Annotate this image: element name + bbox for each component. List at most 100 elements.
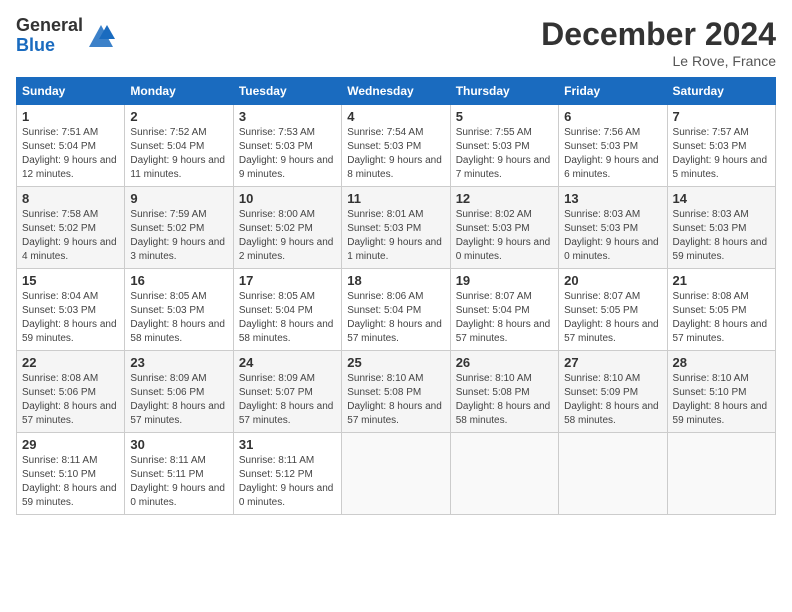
table-row: 3 Sunrise: 7:53 AM Sunset: 5:03 PM Dayli… bbox=[233, 105, 341, 187]
header-sunday: Sunday bbox=[17, 78, 125, 105]
table-row: 30 Sunrise: 8:11 AM Sunset: 5:11 PM Dayl… bbox=[125, 433, 233, 515]
day-info: Sunrise: 8:11 AM Sunset: 5:11 PM Dayligh… bbox=[130, 454, 227, 510]
table-row: 29 Sunrise: 8:11 AM Sunset: 5:10 PM Dayl… bbox=[17, 433, 125, 515]
day-number: 16 bbox=[130, 273, 227, 288]
table-row: 21 Sunrise: 8:08 AM Sunset: 5:05 PM Dayl… bbox=[667, 269, 775, 351]
table-row: 31 Sunrise: 8:11 AM Sunset: 5:12 PM Dayl… bbox=[233, 433, 341, 515]
table-row: 9 Sunrise: 7:59 AM Sunset: 5:02 PM Dayli… bbox=[125, 187, 233, 269]
logo-text: General Blue bbox=[16, 16, 83, 56]
day-number: 22 bbox=[22, 355, 119, 370]
day-number: 14 bbox=[673, 191, 770, 206]
table-row bbox=[450, 433, 558, 515]
day-info: Sunrise: 8:04 AM Sunset: 5:03 PM Dayligh… bbox=[22, 290, 119, 346]
day-info: Sunrise: 8:06 AM Sunset: 5:04 PM Dayligh… bbox=[347, 290, 444, 346]
day-info: Sunrise: 8:05 AM Sunset: 5:03 PM Dayligh… bbox=[130, 290, 227, 346]
day-number: 2 bbox=[130, 109, 227, 124]
table-row: 27 Sunrise: 8:10 AM Sunset: 5:09 PM Dayl… bbox=[559, 351, 667, 433]
table-row: 19 Sunrise: 8:07 AM Sunset: 5:04 PM Dayl… bbox=[450, 269, 558, 351]
day-number: 5 bbox=[456, 109, 553, 124]
header-friday: Friday bbox=[559, 78, 667, 105]
day-info: Sunrise: 8:07 AM Sunset: 5:05 PM Dayligh… bbox=[564, 290, 661, 346]
day-number: 8 bbox=[22, 191, 119, 206]
day-info: Sunrise: 7:57 AM Sunset: 5:03 PM Dayligh… bbox=[673, 126, 770, 182]
table-row: 23 Sunrise: 8:09 AM Sunset: 5:06 PM Dayl… bbox=[125, 351, 233, 433]
day-info: Sunrise: 8:08 AM Sunset: 5:06 PM Dayligh… bbox=[22, 372, 119, 428]
day-info: Sunrise: 7:58 AM Sunset: 5:02 PM Dayligh… bbox=[22, 208, 119, 264]
day-number: 1 bbox=[22, 109, 119, 124]
day-info: Sunrise: 7:52 AM Sunset: 5:04 PM Dayligh… bbox=[130, 126, 227, 182]
table-row bbox=[667, 433, 775, 515]
day-info: Sunrise: 8:09 AM Sunset: 5:06 PM Dayligh… bbox=[130, 372, 227, 428]
header-tuesday: Tuesday bbox=[233, 78, 341, 105]
day-info: Sunrise: 8:10 AM Sunset: 5:08 PM Dayligh… bbox=[347, 372, 444, 428]
table-row: 11 Sunrise: 8:01 AM Sunset: 5:03 PM Dayl… bbox=[342, 187, 450, 269]
day-number: 10 bbox=[239, 191, 336, 206]
day-info: Sunrise: 7:51 AM Sunset: 5:04 PM Dayligh… bbox=[22, 126, 119, 182]
day-info: Sunrise: 8:01 AM Sunset: 5:03 PM Dayligh… bbox=[347, 208, 444, 264]
day-info: Sunrise: 8:05 AM Sunset: 5:04 PM Dayligh… bbox=[239, 290, 336, 346]
table-row: 24 Sunrise: 8:09 AM Sunset: 5:07 PM Dayl… bbox=[233, 351, 341, 433]
day-number: 19 bbox=[456, 273, 553, 288]
table-row: 2 Sunrise: 7:52 AM Sunset: 5:04 PM Dayli… bbox=[125, 105, 233, 187]
table-row bbox=[559, 433, 667, 515]
day-info: Sunrise: 8:03 AM Sunset: 5:03 PM Dayligh… bbox=[564, 208, 661, 264]
logo: General Blue bbox=[16, 16, 115, 56]
table-row: 26 Sunrise: 8:10 AM Sunset: 5:08 PM Dayl… bbox=[450, 351, 558, 433]
day-number: 30 bbox=[130, 437, 227, 452]
day-number: 15 bbox=[22, 273, 119, 288]
day-number: 27 bbox=[564, 355, 661, 370]
table-row: 20 Sunrise: 8:07 AM Sunset: 5:05 PM Dayl… bbox=[559, 269, 667, 351]
day-info: Sunrise: 8:11 AM Sunset: 5:12 PM Dayligh… bbox=[239, 454, 336, 510]
table-row: 28 Sunrise: 8:10 AM Sunset: 5:10 PM Dayl… bbox=[667, 351, 775, 433]
logo-general: General bbox=[16, 16, 83, 36]
table-row: 12 Sunrise: 8:02 AM Sunset: 5:03 PM Dayl… bbox=[450, 187, 558, 269]
day-number: 13 bbox=[564, 191, 661, 206]
table-row: 14 Sunrise: 8:03 AM Sunset: 5:03 PM Dayl… bbox=[667, 187, 775, 269]
table-row bbox=[342, 433, 450, 515]
location: Le Rove, France bbox=[541, 53, 776, 69]
day-info: Sunrise: 8:09 AM Sunset: 5:07 PM Dayligh… bbox=[239, 372, 336, 428]
title-block: December 2024 Le Rove, France bbox=[541, 16, 776, 69]
day-number: 20 bbox=[564, 273, 661, 288]
table-row: 10 Sunrise: 8:00 AM Sunset: 5:02 PM Dayl… bbox=[233, 187, 341, 269]
day-number: 31 bbox=[239, 437, 336, 452]
day-info: Sunrise: 8:00 AM Sunset: 5:02 PM Dayligh… bbox=[239, 208, 336, 264]
day-info: Sunrise: 8:10 AM Sunset: 5:10 PM Dayligh… bbox=[673, 372, 770, 428]
day-info: Sunrise: 8:10 AM Sunset: 5:08 PM Dayligh… bbox=[456, 372, 553, 428]
day-number: 6 bbox=[564, 109, 661, 124]
table-row: 25 Sunrise: 8:10 AM Sunset: 5:08 PM Dayl… bbox=[342, 351, 450, 433]
day-info: Sunrise: 8:02 AM Sunset: 5:03 PM Dayligh… bbox=[456, 208, 553, 264]
table-row: 5 Sunrise: 7:55 AM Sunset: 5:03 PM Dayli… bbox=[450, 105, 558, 187]
day-info: Sunrise: 7:55 AM Sunset: 5:03 PM Dayligh… bbox=[456, 126, 553, 182]
day-number: 9 bbox=[130, 191, 227, 206]
day-info: Sunrise: 8:08 AM Sunset: 5:05 PM Dayligh… bbox=[673, 290, 770, 346]
table-row: 1 Sunrise: 7:51 AM Sunset: 5:04 PM Dayli… bbox=[17, 105, 125, 187]
day-info: Sunrise: 7:56 AM Sunset: 5:03 PM Dayligh… bbox=[564, 126, 661, 182]
table-row: 18 Sunrise: 8:06 AM Sunset: 5:04 PM Dayl… bbox=[342, 269, 450, 351]
header-monday: Monday bbox=[125, 78, 233, 105]
table-row: 13 Sunrise: 8:03 AM Sunset: 5:03 PM Dayl… bbox=[559, 187, 667, 269]
page-header: General Blue December 2024 Le Rove, Fran… bbox=[16, 16, 776, 69]
table-row: 16 Sunrise: 8:05 AM Sunset: 5:03 PM Dayl… bbox=[125, 269, 233, 351]
table-row: 6 Sunrise: 7:56 AM Sunset: 5:03 PM Dayli… bbox=[559, 105, 667, 187]
logo-blue: Blue bbox=[16, 36, 83, 56]
day-number: 21 bbox=[673, 273, 770, 288]
header-row: Sunday Monday Tuesday Wednesday Thursday… bbox=[17, 78, 776, 105]
day-number: 17 bbox=[239, 273, 336, 288]
table-row: 17 Sunrise: 8:05 AM Sunset: 5:04 PM Dayl… bbox=[233, 269, 341, 351]
day-info: Sunrise: 8:03 AM Sunset: 5:03 PM Dayligh… bbox=[673, 208, 770, 264]
day-number: 3 bbox=[239, 109, 336, 124]
day-info: Sunrise: 7:59 AM Sunset: 5:02 PM Dayligh… bbox=[130, 208, 227, 264]
day-number: 29 bbox=[22, 437, 119, 452]
header-wednesday: Wednesday bbox=[342, 78, 450, 105]
calendar-table: Sunday Monday Tuesday Wednesday Thursday… bbox=[16, 77, 776, 515]
table-row: 15 Sunrise: 8:04 AM Sunset: 5:03 PM Dayl… bbox=[17, 269, 125, 351]
month-title: December 2024 bbox=[541, 16, 776, 53]
day-number: 12 bbox=[456, 191, 553, 206]
header-saturday: Saturday bbox=[667, 78, 775, 105]
header-thursday: Thursday bbox=[450, 78, 558, 105]
table-row: 22 Sunrise: 8:08 AM Sunset: 5:06 PM Dayl… bbox=[17, 351, 125, 433]
day-info: Sunrise: 8:10 AM Sunset: 5:09 PM Dayligh… bbox=[564, 372, 661, 428]
day-number: 24 bbox=[239, 355, 336, 370]
day-info: Sunrise: 7:54 AM Sunset: 5:03 PM Dayligh… bbox=[347, 126, 444, 182]
